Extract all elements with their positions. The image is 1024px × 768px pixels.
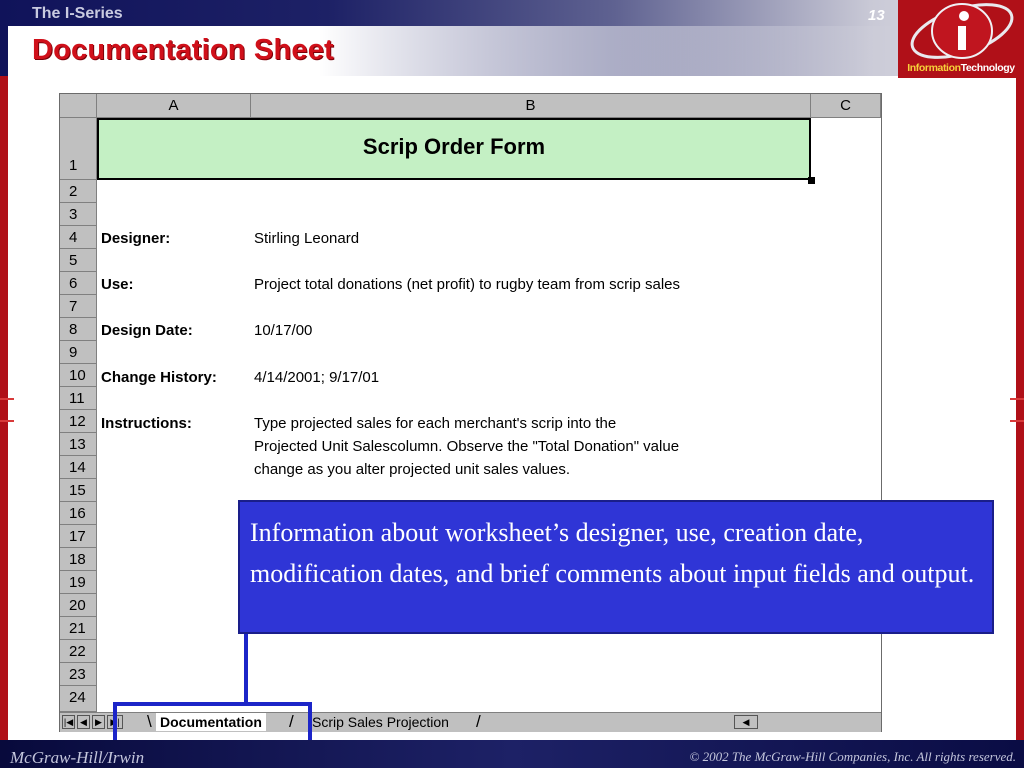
left-accent-tick — [0, 398, 14, 400]
series-label: The I-Series — [32, 5, 123, 22]
row-header[interactable]: 15 — [60, 479, 97, 502]
designer-label: Designer: — [101, 230, 171, 247]
row-header[interactable]: 1 — [60, 118, 97, 180]
row-header[interactable]: 7 — [60, 295, 97, 318]
copyright-notice: © 2002 The McGraw-Hill Companies, Inc. A… — [689, 749, 1016, 764]
publisher-label: McGraw-Hill/Irwin — [10, 748, 145, 767]
next-sheet-button[interactable]: ▶ — [92, 715, 105, 729]
row-header[interactable]: 11 — [60, 387, 97, 410]
prev-sheet-button[interactable]: ◀ — [77, 715, 90, 729]
row-header[interactable]: 10 — [60, 364, 97, 387]
explanation-callout: Information about worksheet’s designer, … — [238, 500, 994, 634]
row-header[interactable]: 16 — [60, 502, 97, 525]
slide-number: 13 — [868, 7, 885, 24]
slide-title: Documentation Sheet — [32, 34, 334, 66]
row-header[interactable]: 5 — [60, 249, 97, 272]
column-header-b[interactable]: B — [251, 94, 811, 118]
change-history-label: Change History: — [101, 369, 217, 386]
row-header[interactable]: 13 — [60, 433, 97, 456]
callout-connector — [244, 634, 248, 704]
logo-wordmark: InformationTechnology — [898, 62, 1024, 74]
tab-separator: / — [476, 712, 481, 731]
column-header-a[interactable]: A — [97, 94, 251, 118]
right-accent-tick — [1010, 420, 1024, 422]
design-date-label: Design Date: — [101, 322, 193, 339]
right-accent-tick — [1010, 398, 1024, 400]
row-header[interactable]: 20 — [60, 594, 97, 617]
title-cell-b1[interactable]: Scrip Order Form — [97, 118, 811, 180]
design-date-value[interactable]: 10/17/00 — [254, 322, 312, 339]
logo-word-information: Information — [907, 62, 961, 74]
row-header[interactable]: 19 — [60, 571, 97, 594]
instructions-line[interactable]: Type projected sales for each merchant's… — [254, 415, 616, 432]
right-accent-bar — [1016, 76, 1024, 740]
change-history-value[interactable]: 4/14/2001; 9/17/01 — [254, 369, 379, 386]
instructions-line[interactable]: change as you alter projected unit sales… — [254, 461, 570, 478]
row-header[interactable]: 6 — [60, 272, 97, 295]
use-value[interactable]: Project total donations (net profit) to … — [254, 276, 680, 293]
spreadsheet-window: A B C 1 2 3 4 5 6 7 8 9 10 11 12 13 14 1… — [59, 93, 882, 732]
row-header[interactable]: 23 — [60, 663, 97, 686]
row-header[interactable]: 24 — [60, 686, 97, 712]
select-all-corner[interactable] — [60, 94, 97, 118]
first-sheet-button[interactable]: |◀ — [62, 715, 75, 729]
fill-handle[interactable] — [808, 177, 815, 184]
row-header[interactable]: 22 — [60, 640, 97, 663]
instructions-line[interactable]: Projected Unit Salescolumn. Observe the … — [254, 438, 679, 455]
row-header[interactable]: 14 — [60, 456, 97, 479]
row-header[interactable]: 18 — [60, 548, 97, 571]
instructions-label: Instructions: — [101, 415, 192, 432]
left-accent-tick — [0, 420, 14, 422]
row-header[interactable]: 9 — [60, 341, 97, 364]
row-header[interactable]: 3 — [60, 203, 97, 226]
callout-text: Information about worksheet’s designer, … — [250, 518, 975, 588]
row-header[interactable]: 12 — [60, 410, 97, 433]
information-technology-logo: InformationTechnology — [898, 0, 1024, 78]
row-header[interactable]: 17 — [60, 525, 97, 548]
left-accent-bar — [0, 76, 8, 740]
logo-emblem-icon — [910, 3, 1014, 59]
use-label: Use: — [101, 276, 134, 293]
row-header[interactable]: 8 — [60, 318, 97, 341]
row-header[interactable]: 4 — [60, 226, 97, 249]
column-header-c[interactable]: C — [811, 94, 881, 118]
designer-value[interactable]: Stirling Leonard — [254, 230, 359, 247]
scroll-left-button[interactable]: ◀ — [734, 715, 758, 729]
logo-word-technology: Technology — [960, 62, 1016, 74]
documentation-tab-highlight — [113, 702, 312, 744]
form-title: Scrip Order Form — [362, 134, 546, 159]
row-header[interactable]: 2 — [60, 180, 97, 203]
row-header[interactable]: 21 — [60, 617, 97, 640]
tab-scrip-sales-projection[interactable]: Scrip Sales Projection — [312, 713, 449, 731]
